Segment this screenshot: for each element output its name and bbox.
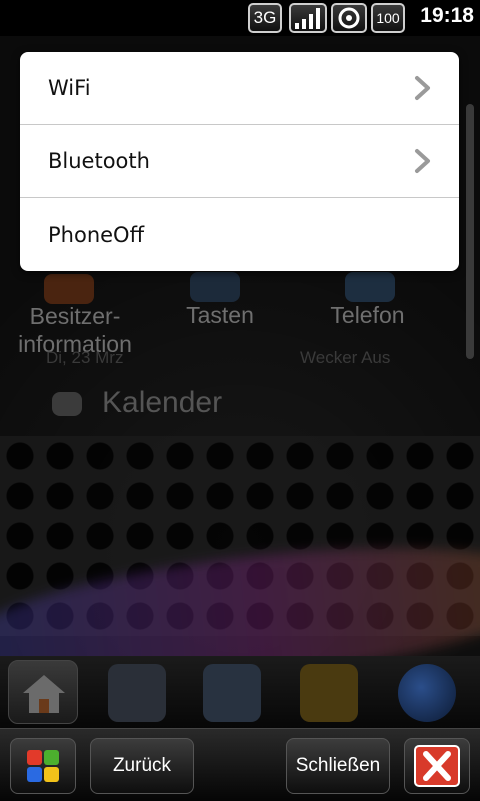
owner-info-icon [44, 274, 94, 304]
app-label-keys[interactable]: Tasten [160, 302, 280, 329]
battery-icon: 100 [371, 3, 405, 33]
date-text: Di, 23 Mrz [46, 348, 124, 367]
popup-menu: WiFi Bluetooth PhoneOff [20, 52, 459, 271]
calendar-label[interactable]: Kalender [102, 386, 222, 420]
signal-icon [289, 3, 327, 33]
battery-level: 100 [376, 10, 400, 26]
menu-item-label: Bluetooth [48, 149, 150, 173]
printer-icon [52, 392, 82, 416]
messages-icon[interactable] [203, 664, 261, 722]
start-button[interactable] [10, 738, 76, 794]
menu-item-label: PhoneOff [48, 222, 145, 247]
menu-item-bluetooth[interactable]: Bluetooth [20, 125, 459, 198]
menu-item-wifi[interactable]: WiFi [20, 52, 459, 125]
globe-icon[interactable] [398, 664, 456, 722]
keys-icon [190, 272, 240, 302]
chevron-right-icon [415, 149, 430, 173]
status-bar: 3G 100 19:18 [0, 0, 480, 36]
chevron-right-icon [415, 76, 430, 100]
clock: 19:18 [420, 4, 474, 27]
bottom-bar: Zurück Schließen [0, 728, 480, 801]
network-label: 3G [253, 8, 277, 27]
scrollbar[interactable] [466, 104, 474, 359]
menu-item-label: WiFi [48, 76, 91, 100]
contacts-icon[interactable] [108, 664, 166, 722]
phone-icon [345, 272, 395, 302]
app-label-phone[interactable]: Telefon [310, 302, 425, 329]
dock [0, 656, 480, 728]
sync-icon [331, 3, 367, 33]
mail-icon[interactable] [300, 664, 358, 722]
close-button[interactable]: Schließen [286, 738, 390, 794]
alarm-text: Wecker Aus [300, 348, 391, 367]
cancel-button[interactable] [404, 738, 470, 794]
network-3g-icon: 3G [248, 3, 282, 33]
menu-item-phoneoff[interactable]: PhoneOff [20, 198, 459, 271]
home-icon[interactable] [8, 660, 78, 724]
back-button[interactable]: Zurück [90, 738, 194, 794]
red-x-icon [414, 745, 460, 787]
windows-start-icon [27, 750, 59, 782]
